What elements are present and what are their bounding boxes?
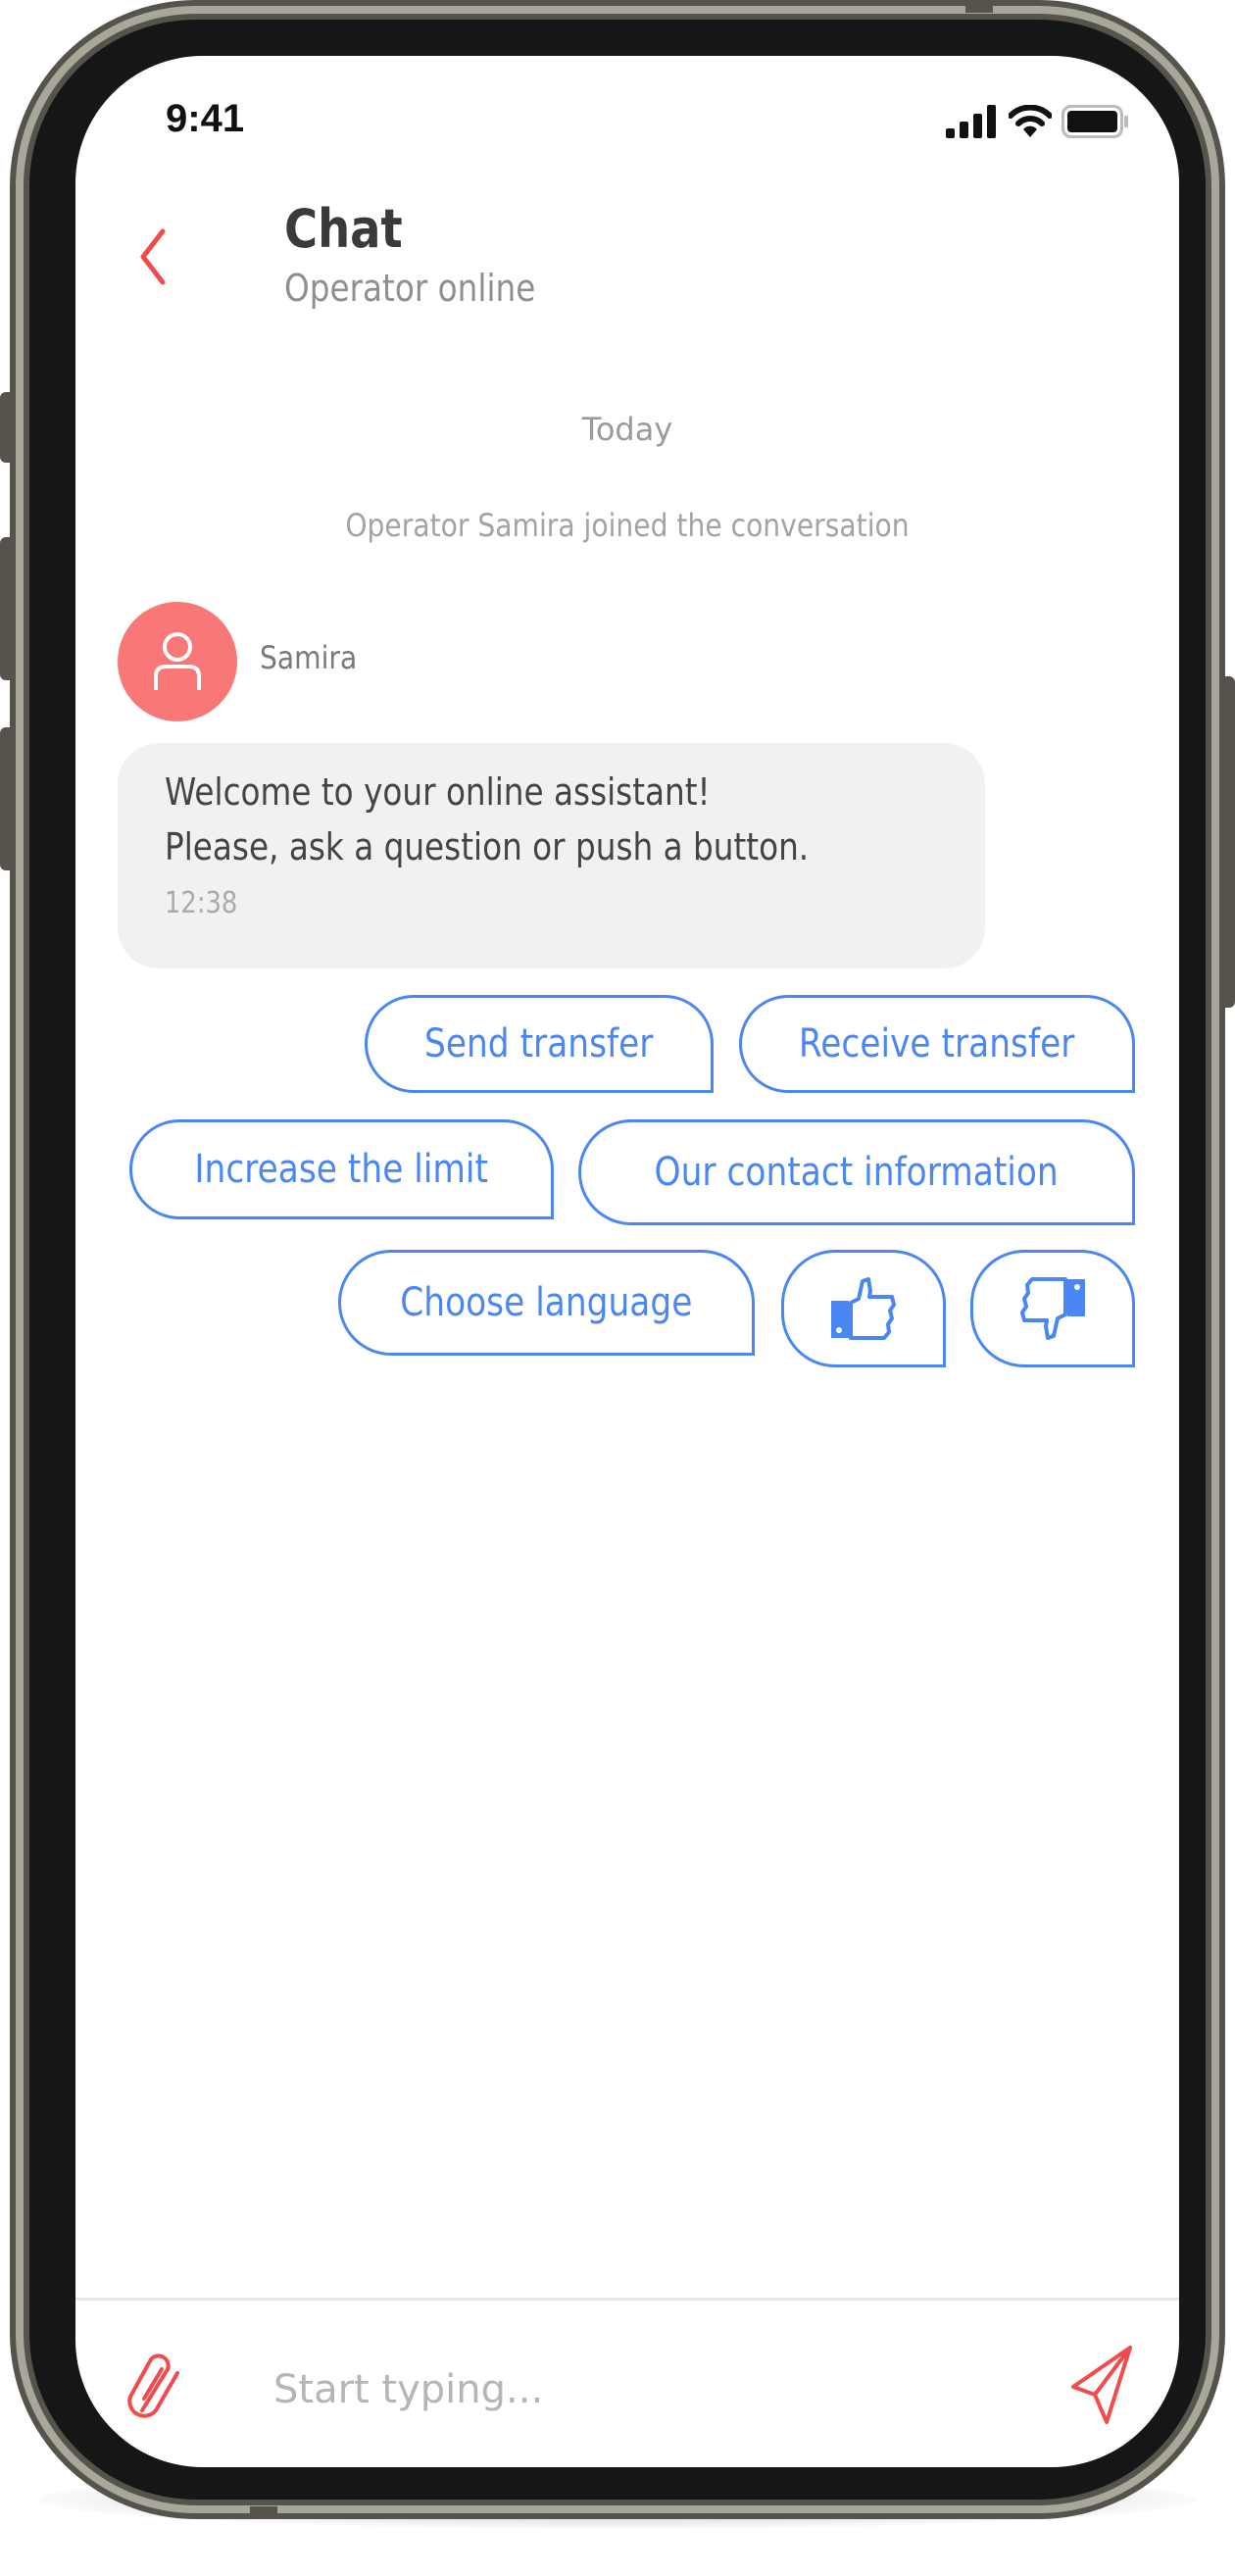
user-icon	[154, 632, 201, 690]
message-line: Welcome to your online assistant!	[165, 770, 711, 814]
battery-icon	[1062, 105, 1128, 138]
quick-reply-increase-limit[interactable]: Increase the limit	[129, 1119, 554, 1219]
page-title: Chat	[284, 198, 403, 260]
paperclip-icon	[127, 2353, 179, 2418]
system-message: Operator Samira joined the conversation	[345, 507, 910, 544]
composer-divider	[75, 2298, 1179, 2301]
date-separator: Today	[581, 411, 673, 448]
back-button[interactable]	[129, 218, 188, 296]
status-icons	[946, 105, 1130, 138]
frame-antenna-line	[965, 0, 993, 13]
quick-reply-contact-information[interactable]: Our contact information	[578, 1119, 1135, 1225]
thumbs-down-button[interactable]	[970, 1250, 1135, 1367]
send-icon	[1071, 2346, 1132, 2424]
sender-name: Samira	[260, 639, 358, 676]
quick-reply-choose-language[interactable]: Choose language	[338, 1250, 755, 1356]
quick-reply-send-transfer[interactable]: Send transfer	[365, 995, 714, 1093]
thumbs-up-button[interactable]	[781, 1250, 946, 1367]
app-screen: 9:41 Chat Operator online Today Operator…	[75, 56, 1179, 2467]
message-time: 12:38	[165, 886, 238, 920]
chevron-left-icon	[140, 228, 166, 285]
attach-button[interactable]	[123, 2350, 191, 2428]
thumbs-down-icon	[1020, 1277, 1085, 1340]
wifi-icon	[1009, 105, 1052, 137]
frame-antenna-line	[250, 2506, 277, 2519]
operator-status: Operator online	[284, 267, 536, 310]
cellular-signal-icon	[946, 105, 996, 138]
message-input[interactable]	[272, 2354, 1079, 2425]
send-button[interactable]	[1062, 2340, 1140, 2428]
quick-reply-receive-transfer[interactable]: Receive transfer	[739, 995, 1135, 1093]
thumbs-up-icon	[831, 1277, 896, 1340]
operator-avatar	[118, 602, 237, 721]
message-line: Please, ask a question or push a button.	[165, 825, 810, 868]
message-bubble: Welcome to your online assistant! Please…	[118, 743, 985, 968]
device-frame: 9:41 Chat Operator online Today Operator…	[10, 0, 1225, 2519]
status-time: 9:41	[166, 97, 245, 140]
